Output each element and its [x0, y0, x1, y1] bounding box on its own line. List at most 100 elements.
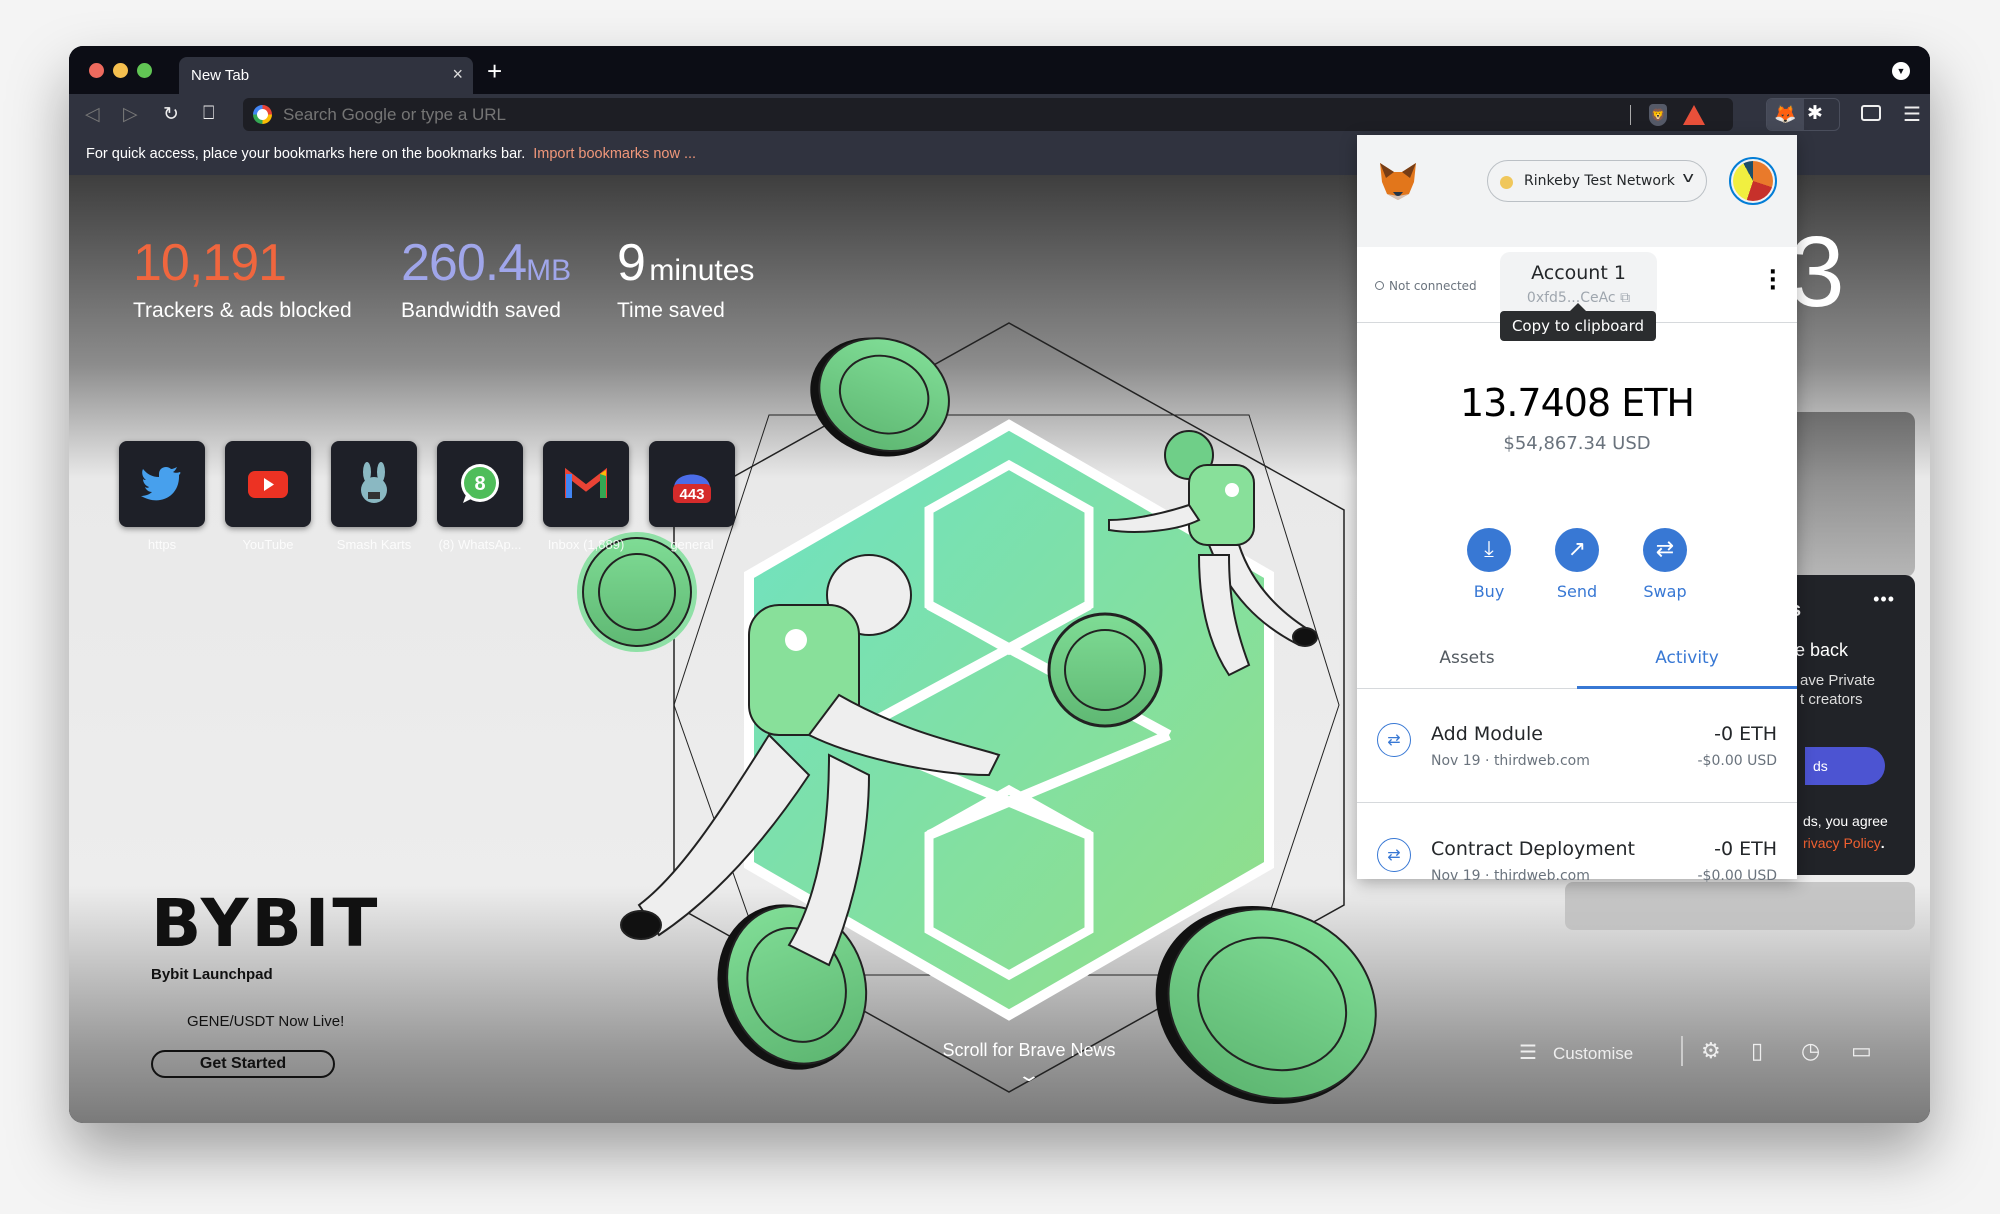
reload-icon[interactable]: ↻ [163, 103, 179, 126]
brave-rewards-icon[interactable] [1683, 105, 1705, 125]
top-site-tile[interactable]: YouTube [225, 441, 311, 552]
top-site-label: general [670, 537, 714, 552]
widget-footer: ds, you agree rivacy Policy. [1803, 813, 1888, 851]
start-using-rewards-button[interactable]: ds [1805, 747, 1885, 785]
scroll-news-label: Scroll for Brave News [942, 1040, 1116, 1060]
transaction-title: Contract Deployment [1431, 838, 1635, 860]
transaction-amount-usd: -$0.00 USD [1697, 868, 1778, 884]
bookmarks-book-icon[interactable]: ▯ [1751, 1038, 1763, 1064]
stat-unit: MB [526, 254, 572, 287]
bybit-logo: BYBIT [151, 885, 381, 962]
privacy-policy-link[interactable]: rivacy Policy [1803, 835, 1881, 851]
balance-eth: 13.7408 ETH [1459, 381, 1695, 425]
toolbar: ◁ ▷ ↻ ⎕ 🦁 🦊 ✱ ☰ [69, 94, 1930, 135]
tab-close-icon[interactable]: × [452, 64, 463, 85]
extensions-group: 🦊 ✱ [1766, 98, 1840, 131]
scroll-for-brave-news[interactable]: Scroll for Brave News ⌄ [909, 1040, 1149, 1086]
tab-activity[interactable]: Activity [1577, 627, 1797, 689]
account-options-icon[interactable]: · · · [1769, 262, 1777, 300]
metamask-popup: Rinkeby Test Network v Not connected Acc… [1357, 135, 1797, 884]
stat-label: Trackers & ads blocked [133, 299, 352, 322]
top-site-label: Inbox (1,889) [547, 537, 625, 552]
chevron-down-icon: ⌄ [1016, 1065, 1042, 1085]
connection-status[interactable]: Not connected [1375, 279, 1477, 293]
tab-title: New Tab [191, 67, 250, 84]
back-icon[interactable]: ◁ [85, 103, 100, 126]
clock-widget: 3 [1789, 216, 1845, 328]
forward-icon[interactable]: ▷ [123, 103, 138, 126]
sliders-icon: ☰ [1519, 1042, 1537, 1064]
wallet-icon[interactable] [1861, 105, 1881, 121]
transaction-amount: -0 ETH [1714, 838, 1777, 860]
new-tab-button[interactable]: + [487, 56, 502, 87]
top-site-tile[interactable]: Smash Karts [331, 441, 417, 552]
tab-search-dropdown-icon[interactable]: ▼ [1892, 62, 1910, 80]
chat-app-icon: 443 [673, 474, 711, 503]
top-site-label: (8) WhatsAp... [438, 537, 522, 552]
top-site-tile[interactable]: 8 (8) WhatsAp... [437, 441, 523, 552]
get-started-button[interactable]: Get Started [151, 1050, 335, 1078]
close-window-button[interactable] [89, 63, 104, 78]
metamask-extension-icon[interactable]: 🦊 [1767, 99, 1804, 130]
more-options-icon[interactable]: ••• [1873, 589, 1895, 610]
stat-value: 10,191 [133, 234, 287, 292]
arrow-up-right-icon: ↗ [1555, 528, 1599, 572]
copy-to-clipboard-tooltip: Copy to clipboard [1500, 303, 1656, 341]
account-avatar[interactable] [1729, 157, 1777, 205]
top-site-label: https [147, 537, 177, 552]
copy-icon: ⧉ [1620, 290, 1631, 306]
sponsored-image-card[interactable]: BYBIT Bybit Launchpad GENE/USDT Now Live… [151, 885, 380, 1078]
stat-label: Time saved [617, 299, 725, 322]
buy-button[interactable]: ⤓ Buy [1449, 528, 1529, 601]
maximize-window-button[interactable] [137, 63, 152, 78]
top-site-tile[interactable]: https [119, 441, 205, 552]
tab-new-tab[interactable]: New Tab × [179, 57, 473, 94]
transaction-amount-usd: -$0.00 USD [1697, 753, 1778, 769]
tab-assets[interactable]: Assets [1357, 627, 1577, 689]
balance: 13.7408 ETH $54,867.34 USD [1357, 381, 1797, 454]
swap-button[interactable]: ⇄ Swap [1625, 528, 1705, 601]
transaction-swap-icon: ⇄ [1377, 723, 1411, 757]
download-icon: ⤓ [1467, 528, 1511, 572]
customise-label: Customise [1552, 1044, 1634, 1063]
transaction-swap-icon: ⇄ [1377, 838, 1411, 872]
transaction-item[interactable]: ⇄ Contract Deployment Nov 19 · thirdweb.… [1357, 804, 1797, 918]
stat-label: Bandwidth saved [401, 299, 561, 322]
bookmarks-message: For quick access, place your bookmarks h… [86, 146, 526, 162]
divider [1630, 105, 1631, 125]
minimize-window-button[interactable] [113, 63, 128, 78]
top-site-label: YouTube [242, 537, 294, 552]
bunny-icon [361, 462, 387, 503]
google-icon [253, 105, 272, 124]
widget-heading: e back [1795, 640, 1849, 660]
history-icon[interactable]: ◷ [1801, 1038, 1820, 1064]
top-site-tile[interactable]: Inbox (1,889) [543, 441, 629, 552]
top-site-tile[interactable]: 443 general [649, 441, 735, 552]
bookmark-icon[interactable]: ⎕ [203, 103, 214, 125]
brave-shields-icon[interactable]: 🦁 [1649, 104, 1667, 126]
stat-unit: minutes [649, 254, 755, 287]
settings-gear-icon[interactable]: ⚙ [1701, 1038, 1721, 1064]
customise-button[interactable]: ☰ Customise [1519, 1040, 1633, 1065]
balance-usd: $54,867.34 USD [1503, 433, 1651, 454]
menu-icon[interactable]: ☰ [1903, 102, 1921, 127]
extensions-puzzle-icon[interactable]: ✱ [1807, 102, 1823, 125]
status-circle-icon [1375, 281, 1384, 290]
coin-top [810, 337, 950, 457]
address-bar[interactable]: 🦁 [243, 98, 1733, 131]
network-status-dot [1500, 176, 1513, 189]
stat-bandwidth: 260.4MB Bandwidth saved [401, 233, 571, 323]
url-input[interactable] [283, 98, 1583, 131]
import-bookmarks-link[interactable]: Import bookmarks now ... [533, 146, 696, 162]
sponsor-subtitle: Bybit Launchpad [151, 966, 273, 983]
send-button[interactable]: ↗ Send [1537, 528, 1617, 601]
network-selector[interactable]: Rinkeby Test Network v [1487, 160, 1707, 202]
svg-text:443: 443 [679, 486, 704, 503]
video-call-icon[interactable]: ▭ [1851, 1038, 1872, 1064]
transaction-item[interactable]: ⇄ Add Module Nov 19 · thirdweb.com -0 ET… [1357, 689, 1797, 803]
top-site-label: Smash Karts [336, 537, 412, 552]
metamask-header: Rinkeby Test Network v [1357, 135, 1797, 247]
youtube-icon [248, 471, 288, 498]
stat-trackers: 10,191 Trackers & ads blocked [133, 233, 352, 323]
stat-value: 9 [617, 234, 646, 292]
